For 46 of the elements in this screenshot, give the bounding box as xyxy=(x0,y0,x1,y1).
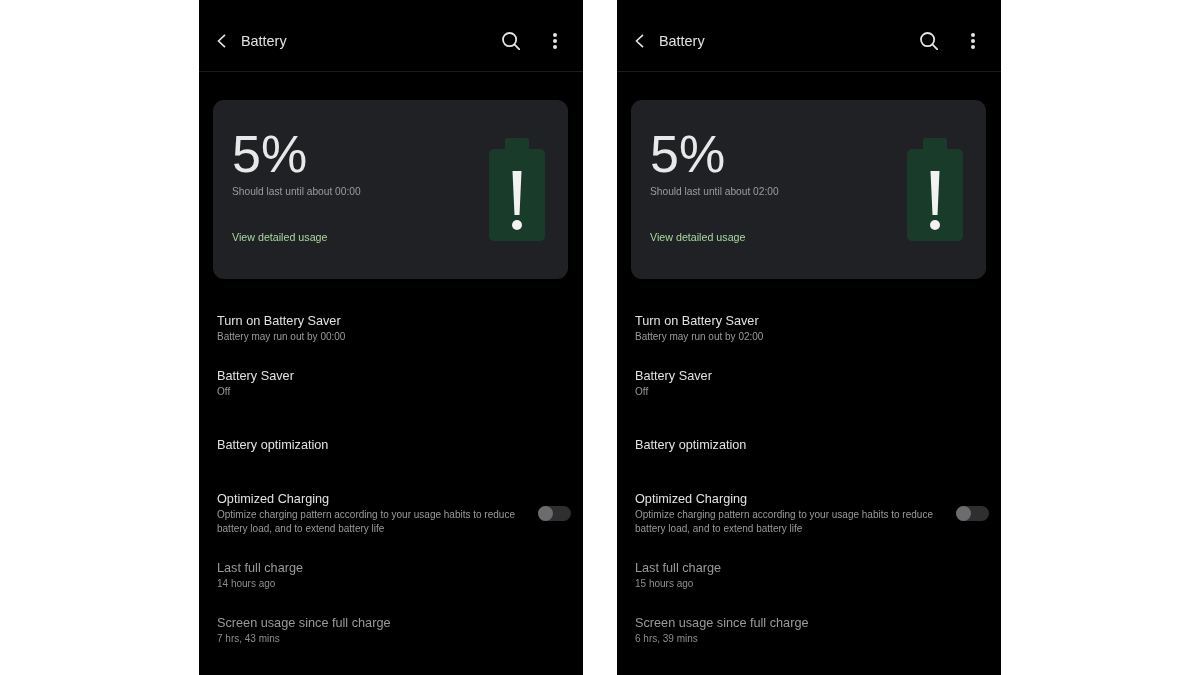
battery-estimate: Should last until about 02:00 xyxy=(650,185,779,199)
screen-title: Battery xyxy=(659,32,705,49)
setting-title[interactable]: Optimized Charging xyxy=(635,490,748,508)
more-button[interactable] xyxy=(971,32,975,49)
setting-summary: 7 hrs, 43 mins xyxy=(217,632,280,646)
more-icon xyxy=(971,32,975,49)
battery-warning-icon xyxy=(907,138,963,241)
setting-summary: Battery may run out by 00:00 xyxy=(217,330,346,344)
setting-summary: Battery may run out by 02:00 xyxy=(635,330,764,344)
toggle-switch[interactable] xyxy=(538,505,571,521)
battery-percent: 5% xyxy=(650,126,726,182)
setting-title[interactable]: Turn on Battery Saver xyxy=(635,312,759,330)
detailed-usage-link[interactable]: View detailed usage xyxy=(650,229,746,245)
detailed-usage-link[interactable]: View detailed usage xyxy=(232,229,328,245)
setting-title[interactable]: Battery optimization xyxy=(635,435,747,454)
battery-percent: 5% xyxy=(232,126,308,182)
setting-summary: 14 hours ago xyxy=(217,577,276,591)
setting-summary: Off xyxy=(217,385,231,399)
back-button[interactable] xyxy=(635,33,644,48)
setting-title[interactable]: Optimized Charging xyxy=(217,490,330,508)
back-icon xyxy=(635,33,644,48)
setting-summary: 6 hrs, 39 mins xyxy=(635,632,698,646)
setting-title: Last full charge xyxy=(635,560,722,577)
battery-warning-icon xyxy=(489,138,545,241)
setting-title[interactable]: Battery Saver xyxy=(635,367,712,385)
search-button[interactable] xyxy=(920,31,938,50)
more-button[interactable] xyxy=(553,32,557,49)
battery-estimate: Should last until about 00:00 xyxy=(232,185,361,199)
back-button[interactable] xyxy=(217,33,226,48)
toggle-switch[interactable] xyxy=(956,505,989,521)
setting-summary: Off xyxy=(635,385,649,399)
setting-title: Screen usage since full charge xyxy=(217,615,391,632)
setting-title[interactable]: Battery optimization xyxy=(217,435,329,454)
back-icon xyxy=(217,33,226,48)
setting-summary: 15 hours ago xyxy=(635,577,694,591)
search-icon xyxy=(502,31,520,50)
setting-summary: Optimize charging pattern according to your usage habits to reduce battery load, and to extend battery life xyxy=(217,508,516,536)
search-button[interactable] xyxy=(502,31,520,50)
search-icon xyxy=(920,31,938,50)
setting-title: Last full charge xyxy=(217,560,304,577)
setting-title: Screen usage since full charge xyxy=(635,615,809,632)
more-icon xyxy=(553,32,557,49)
setting-summary: Optimize charging pattern according to your usage habits to reduce battery load, and to extend battery life xyxy=(635,508,934,536)
setting-title[interactable]: Turn on Battery Saver xyxy=(217,312,341,330)
setting-title[interactable]: Battery Saver xyxy=(217,367,294,385)
screen-title: Battery xyxy=(241,32,287,49)
